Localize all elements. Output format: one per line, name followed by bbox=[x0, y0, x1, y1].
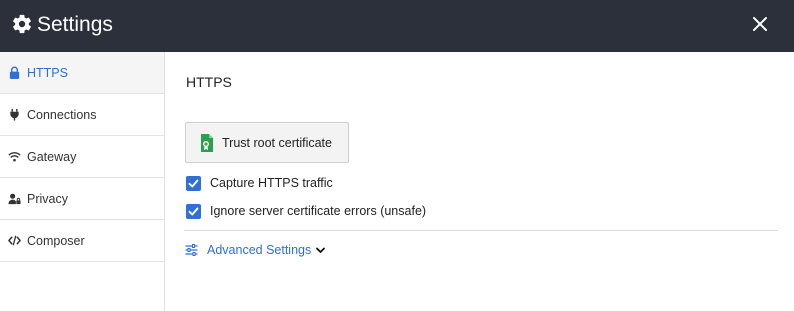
lock-icon bbox=[9, 66, 20, 79]
plug-icon bbox=[10, 108, 19, 121]
sidebar-item-privacy[interactable]: Privacy bbox=[0, 178, 164, 220]
sidebar-item-composer[interactable]: Composer bbox=[0, 220, 164, 262]
sidebar: HTTPS Connections Gateway Privacy Compos… bbox=[0, 52, 165, 311]
sidebar-item-gateway[interactable]: Gateway bbox=[0, 136, 164, 178]
chevron-down-icon bbox=[316, 247, 326, 253]
close-button[interactable] bbox=[744, 8, 776, 40]
sidebar-item-connections[interactable]: Connections bbox=[0, 94, 164, 136]
close-icon bbox=[753, 17, 767, 31]
section-title: HTTPS bbox=[186, 74, 232, 90]
window-title: Settings bbox=[37, 13, 113, 36]
sidebar-item-https[interactable]: HTTPS bbox=[0, 52, 164, 94]
title-bar: Settings bbox=[0, 0, 794, 52]
wifi-icon bbox=[8, 152, 21, 162]
checkmark-icon bbox=[188, 179, 199, 187]
advanced-settings-label: Advanced Settings bbox=[207, 243, 312, 257]
divider bbox=[184, 230, 778, 231]
ignore-cert-errors-checkbox[interactable] bbox=[186, 203, 201, 219]
sliders-icon bbox=[185, 244, 198, 256]
sidebar-item-label: Gateway bbox=[27, 150, 77, 164]
ignore-cert-errors-row: Ignore server certificate errors (unsafe… bbox=[186, 202, 426, 220]
settings-panel: HTTPS Trust root certificate Capture HTT… bbox=[166, 52, 794, 311]
trust-button-label: Trust root certificate bbox=[222, 136, 332, 150]
certificate-icon bbox=[201, 134, 213, 152]
trust-root-certificate-button[interactable]: Trust root certificate bbox=[185, 122, 349, 163]
gear-icon bbox=[13, 14, 31, 34]
capture-https-row: Capture HTTPS traffic bbox=[186, 174, 333, 192]
sidebar-item-label: Connections bbox=[27, 108, 97, 122]
ignore-cert-errors-label: Ignore server certificate errors (unsafe… bbox=[210, 204, 427, 218]
code-icon bbox=[8, 235, 21, 246]
advanced-settings-toggle[interactable]: Advanced Settings bbox=[185, 241, 326, 259]
sidebar-item-label: Privacy bbox=[27, 192, 68, 206]
sidebar-item-label: HTTPS bbox=[27, 66, 68, 80]
capture-https-label: Capture HTTPS traffic bbox=[210, 176, 333, 190]
user-lock-icon bbox=[8, 193, 21, 205]
sidebar-item-label: Composer bbox=[27, 234, 85, 248]
capture-https-checkbox[interactable] bbox=[186, 175, 201, 191]
checkmark-icon bbox=[188, 207, 199, 215]
